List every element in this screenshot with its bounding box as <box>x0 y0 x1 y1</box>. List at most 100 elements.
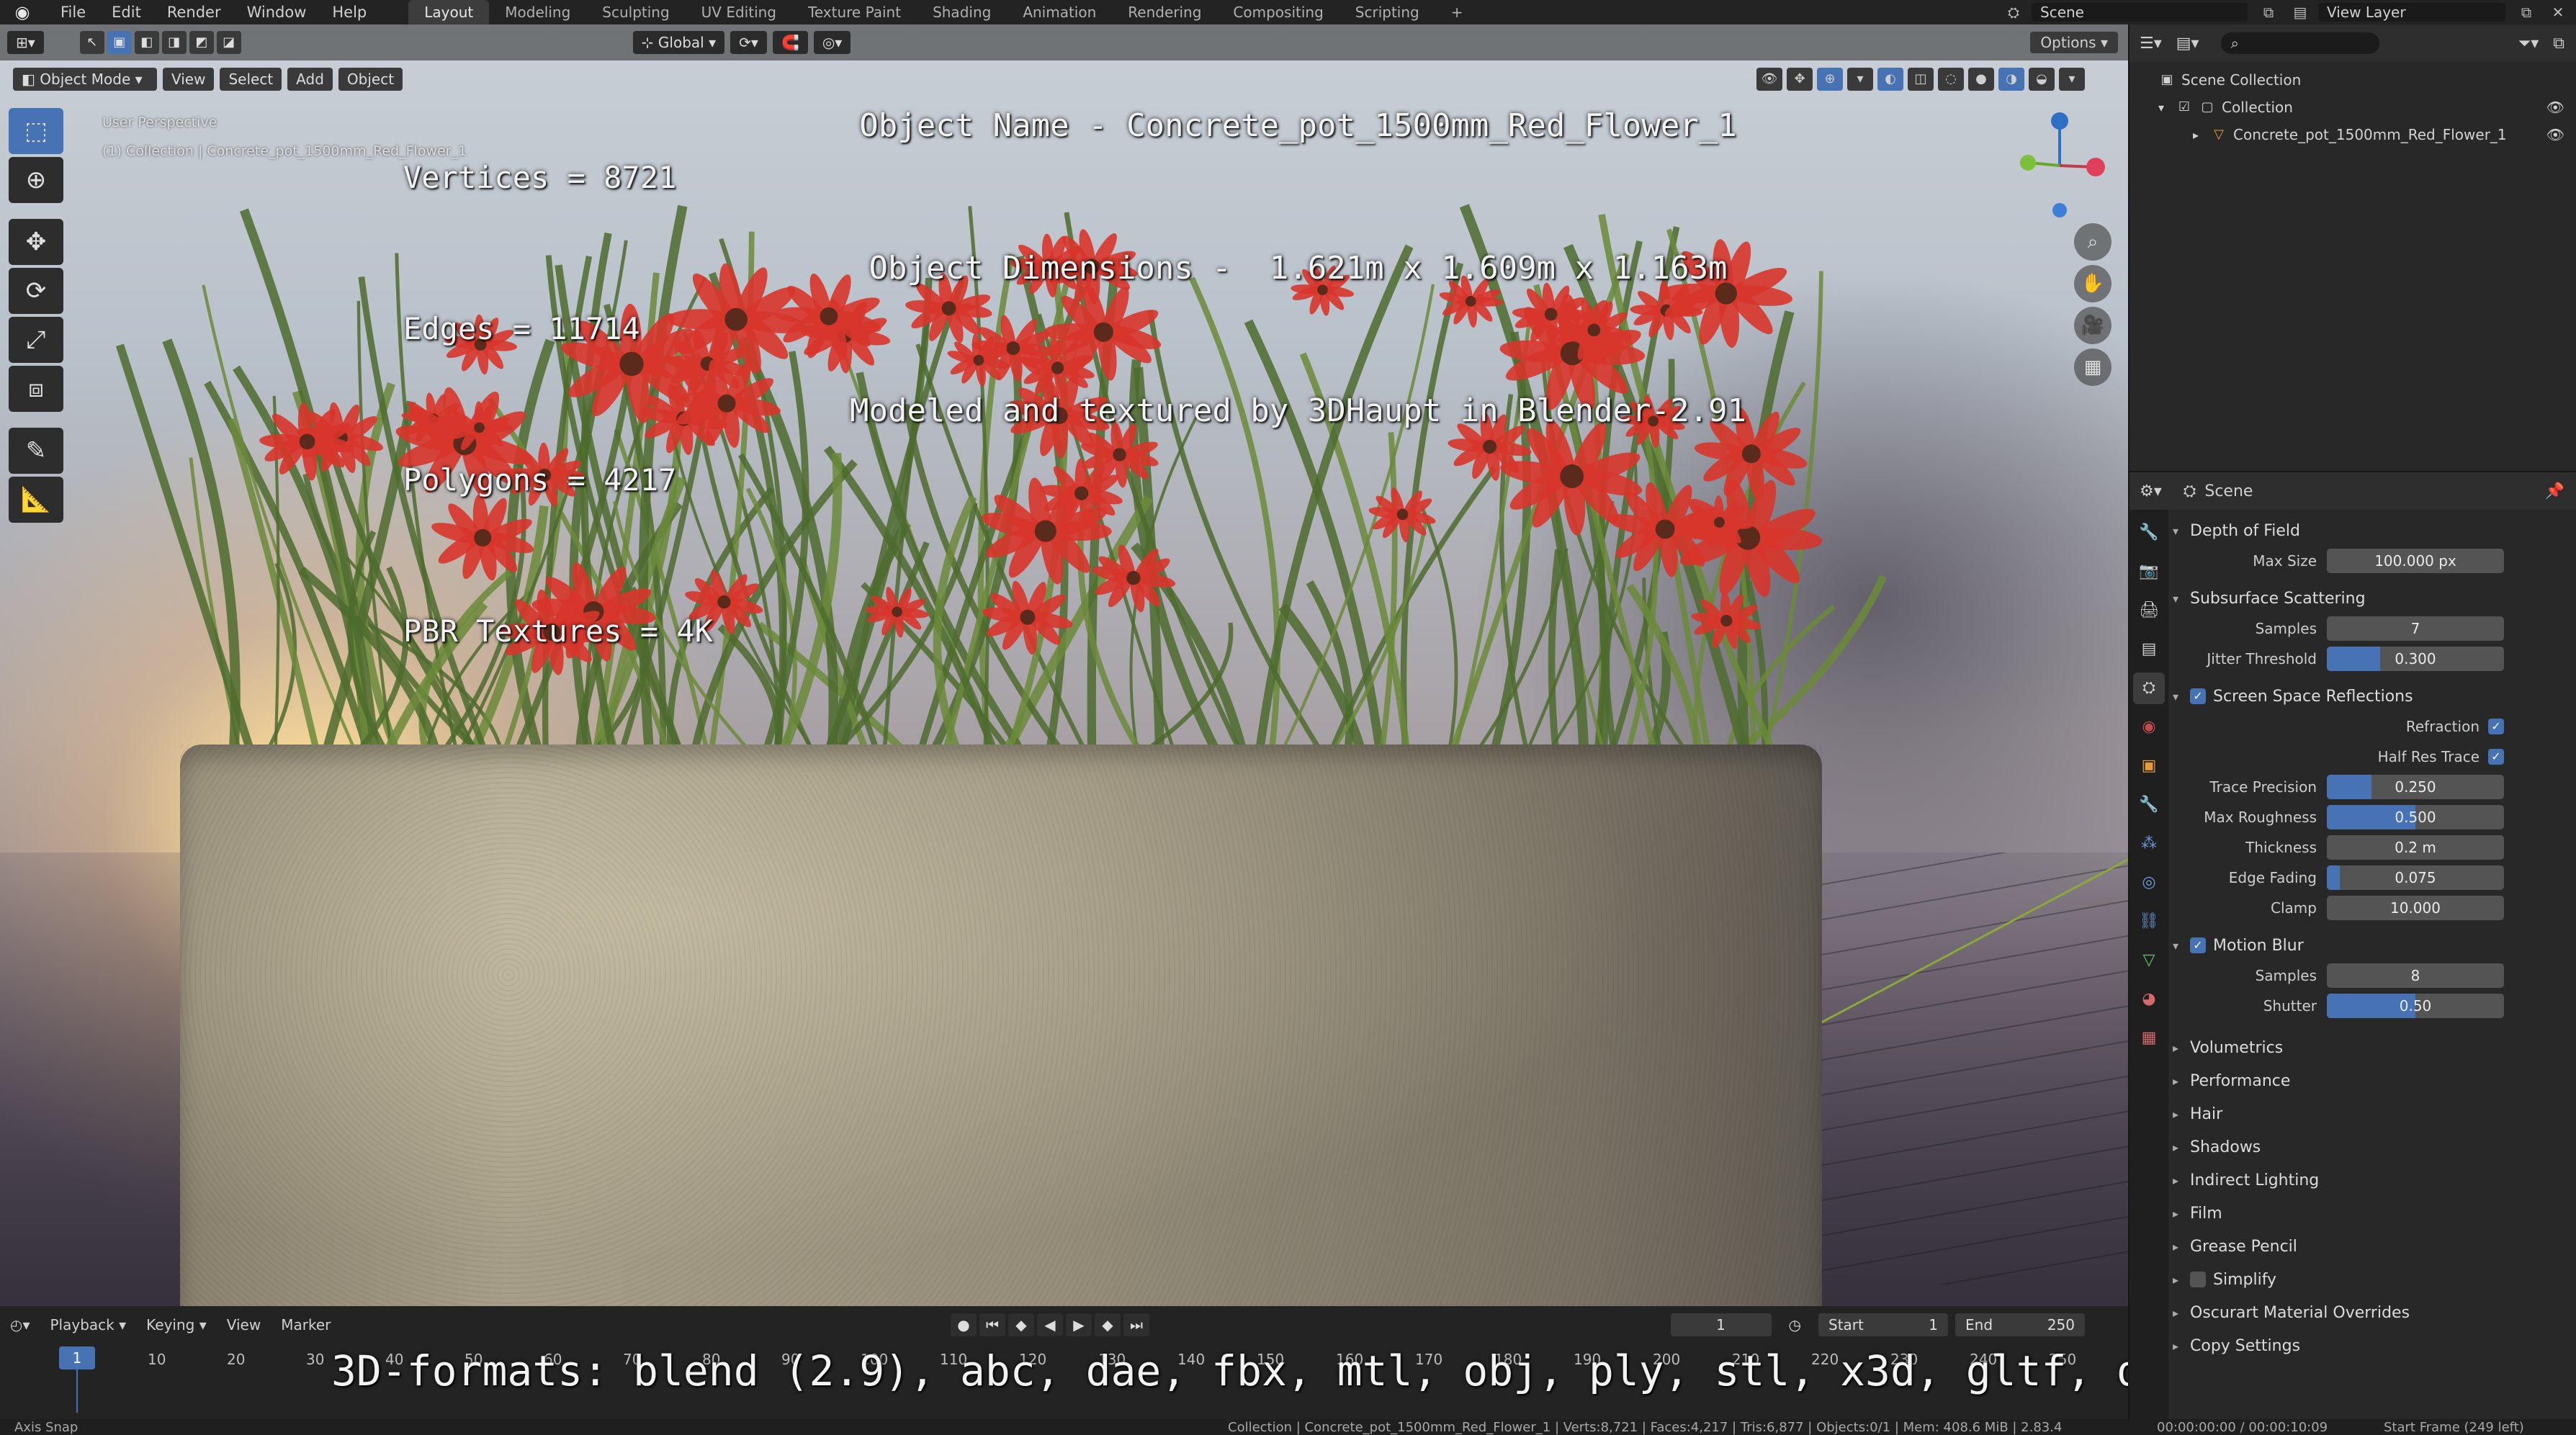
jitter-slider[interactable]: 0.300 <box>2327 647 2504 671</box>
select-box-tool-icon[interactable]: ⬚ <box>9 108 63 154</box>
ssr-enable-checkbox[interactable]: ✓ <box>2190 688 2206 704</box>
material-tab-icon[interactable]: ◕ <box>2133 984 2165 1015</box>
gizmos-icon[interactable]: ⊕ <box>1817 68 1843 91</box>
refraction-checkbox[interactable]: ✓ <box>2488 719 2504 734</box>
select-tool-icon[interactable]: ↖ <box>79 31 104 54</box>
pivot-icon[interactable]: ⟳▾ <box>730 31 767 54</box>
scene-icon[interactable]: ⛭ <box>2003 3 2024 22</box>
gizmo-toggle-icon[interactable]: ✥ <box>1787 68 1813 91</box>
rendered-shading-icon[interactable]: ◒ <box>2029 68 2055 91</box>
clamp-field[interactable]: 10.000 <box>2327 896 2504 920</box>
zoom-icon[interactable]: ⌕ <box>2074 223 2111 261</box>
shutter-slider[interactable]: 0.50 <box>2327 994 2504 1018</box>
expand-arrow-icon[interactable]: ▸ <box>2193 128 2210 142</box>
menu-render[interactable]: Render <box>154 0 234 24</box>
scene-tab-icon[interactable]: ⛭ <box>2133 672 2165 704</box>
play-icon[interactable]: ▶ <box>1066 1313 1092 1336</box>
collection-eye-icon[interactable]: 👁 <box>2546 99 2564 116</box>
section-motion-blur[interactable]: ▾ ✓ Motion Blur <box>2173 930 2576 961</box>
overlays-dropdown-icon[interactable]: ▾ <box>1847 68 1873 91</box>
playhead[interactable]: 1 <box>59 1346 95 1369</box>
start-frame-field[interactable]: Start 1 <box>1818 1313 1948 1336</box>
move-tool-icon[interactable]: ✥ <box>9 219 63 265</box>
xray-icon[interactable]: ◫ <box>1908 68 1934 91</box>
prev-keyframe-icon[interactable]: ◆ <box>1008 1313 1034 1336</box>
texture-tab-icon[interactable]: ▦ <box>2133 1022 2165 1054</box>
view-layer-icon[interactable]: ▤ <box>2289 3 2311 22</box>
rotate-tool-icon[interactable]: ⟳ <box>9 268 63 314</box>
proportional-edit-icon[interactable]: ◎▾ <box>813 31 851 54</box>
menu-window[interactable]: Window <box>234 0 320 24</box>
annotate-tool-icon[interactable]: ✎ <box>9 428 63 474</box>
properties-editor-icon[interactable]: ⚙▾ <box>2140 482 2162 500</box>
world-tab-icon[interactable]: ◉ <box>2133 711 2165 743</box>
play-reverse-icon[interactable]: ◀ <box>1037 1313 1063 1336</box>
menu-file[interactable]: File <box>48 0 99 24</box>
shading-options-icon[interactable]: ▾ <box>2059 68 2085 91</box>
record-icon[interactable]: ● <box>951 1313 977 1336</box>
jump-start-icon[interactable]: ⏮ <box>979 1313 1005 1336</box>
mb-samples-field[interactable]: 8 <box>2327 963 2504 988</box>
simplify-checkbox[interactable] <box>2190 1272 2206 1287</box>
select-invert-icon[interactable]: ◩ <box>189 31 214 54</box>
camera-view-icon[interactable]: 🎥 <box>2074 307 2111 344</box>
options-button[interactable]: Options ▾ <box>2030 32 2118 53</box>
gizmo-z-axis[interactable] <box>2051 112 2068 130</box>
solid-shading-icon[interactable]: ● <box>1968 68 1994 91</box>
section-grease-pencil[interactable]: ▸ Grease Pencil <box>2173 1230 2576 1263</box>
select-subtract-icon[interactable]: ◨ <box>161 31 187 54</box>
menu-edit[interactable]: Edit <box>99 0 154 24</box>
object-eye-icon[interactable]: 👁 <box>2546 126 2564 143</box>
visibility-icon[interactable]: 👁 <box>1756 68 1782 91</box>
new-collection-icon[interactable]: ⧉ <box>2553 35 2564 53</box>
overlays-icon[interactable]: ◐ <box>1877 68 1903 91</box>
measure-tool-icon[interactable]: 📐 <box>9 477 63 523</box>
section-indirect-lighting[interactable]: ▸ Indirect Lighting <box>2173 1164 2576 1197</box>
checkbox-icon[interactable]: ☑ <box>2176 99 2193 116</box>
section-simplify[interactable]: ▸ Simplify <box>2173 1263 2576 1296</box>
copy-icon[interactable]: ⧉ <box>2258 3 2279 22</box>
section-shadows[interactable]: ▸ Shadows <box>2173 1130 2576 1164</box>
section-subsurface-scattering[interactable]: ▾ Subsurface Scattering <box>2173 583 2576 613</box>
sss-samples-field[interactable]: 7 <box>2327 616 2504 641</box>
jump-end-icon[interactable]: ⏭ <box>1123 1313 1149 1336</box>
select-intersect-icon[interactable]: ◪ <box>216 31 241 54</box>
max-roughness-slider[interactable]: 0.500 <box>2327 805 2504 829</box>
select-extend-icon[interactable]: ◧ <box>134 31 159 54</box>
gizmo-x-axis[interactable] <box>2086 158 2105 176</box>
section-hair[interactable]: ▸ Hair <box>2173 1097 2576 1130</box>
view-menu-timeline[interactable]: View <box>217 1316 271 1333</box>
section-performance[interactable]: ▸ Performance <box>2173 1064 2576 1097</box>
outliner-row-collection[interactable]: ▾ ☑ ▢ Collection 👁 <box>2130 94 2576 121</box>
tab-sculpting[interactable]: Sculpting <box>586 0 685 24</box>
close-view-layer-icon[interactable]: ✕ <box>2547 3 2569 22</box>
object-menu[interactable]: Object <box>338 68 403 91</box>
filter-icon[interactable]: ⏷▾ <box>2518 35 2539 53</box>
clock-icon[interactable]: ◷ <box>1779 1313 1811 1336</box>
outliner-editor-icon[interactable]: ☰▾ <box>2140 35 2162 53</box>
tab-layout[interactable]: Layout <box>408 0 490 24</box>
section-volumetrics[interactable]: ▸ Volumetrics <box>2173 1031 2576 1064</box>
scale-tool-icon[interactable]: ⤢ <box>9 317 63 363</box>
keying-menu[interactable]: Keying ▾ <box>136 1316 217 1333</box>
section-depth-of-field[interactable]: ▾ Depth of Field <box>2173 516 2576 546</box>
max-size-field[interactable]: 100.000 px <box>2327 549 2504 573</box>
edge-fading-slider[interactable]: 0.075 <box>2327 865 2504 890</box>
end-frame-field[interactable]: End 250 <box>1955 1313 2085 1336</box>
add-menu[interactable]: Add <box>287 68 333 91</box>
current-frame-field[interactable]: 1 <box>1670 1313 1772 1336</box>
thickness-field[interactable]: 0.2 m <box>2327 835 2504 860</box>
view-layer-tab-icon[interactable]: ▤ <box>2133 634 2165 665</box>
snap-icon[interactable]: 🧲 <box>772 31 808 54</box>
motion-blur-checkbox[interactable]: ✓ <box>2190 937 2206 953</box>
navigation-gizmo[interactable] <box>2009 108 2110 223</box>
section-film[interactable]: ▸ Film <box>2173 1197 2576 1230</box>
outliner-row-object[interactable]: ▸ ▽ Concrete_pot_1500mm_Red_Flower_1 👁 <box>2130 121 2576 148</box>
modifier-tab-icon[interactable]: 🔧 <box>2133 789 2165 821</box>
display-mode-icon[interactable]: ▤▾ <box>2176 35 2199 53</box>
particles-tab-icon[interactable]: ⁂ <box>2133 828 2165 860</box>
transform-tool-icon[interactable]: ⧈ <box>9 366 63 412</box>
menu-help[interactable]: Help <box>319 0 380 24</box>
blender-logo-icon[interactable]: ◉ <box>10 0 35 24</box>
tab-modeling[interactable]: Modeling <box>489 0 586 24</box>
